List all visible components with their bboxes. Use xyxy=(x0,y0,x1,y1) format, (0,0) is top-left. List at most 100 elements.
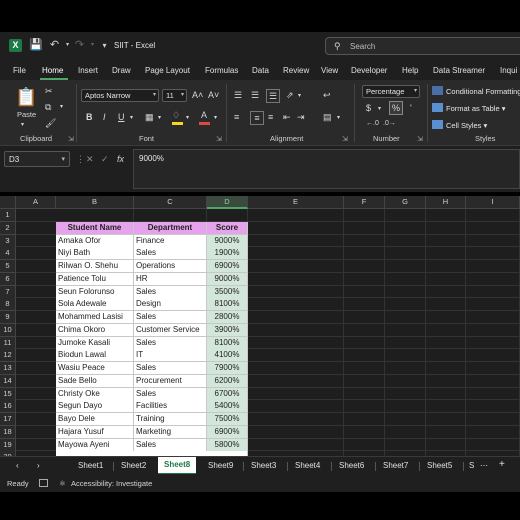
table-cell[interactable]: Sales xyxy=(134,438,207,452)
column-header-h[interactable]: H xyxy=(426,196,466,209)
row-header-18[interactable]: 18 xyxy=(0,425,16,439)
tab-review[interactable]: Review xyxy=(283,66,309,75)
wrap-text-icon[interactable]: ↩ xyxy=(323,89,331,101)
borders-dropdown-icon[interactable]: ▾ xyxy=(158,112,161,124)
currency-icon[interactable]: $ xyxy=(366,102,371,114)
table-cell[interactable]: Patience Tolu xyxy=(56,272,134,286)
number-format-select[interactable]: Percentage ▾ xyxy=(362,85,420,98)
row-header-7[interactable]: 7 xyxy=(0,285,16,299)
row-header-10[interactable]: 10 xyxy=(0,323,16,337)
table-header-cell[interactable]: Department xyxy=(134,221,207,235)
copy-icon[interactable]: ⧉ xyxy=(45,101,51,113)
scroll-tabs-right-icon[interactable]: › xyxy=(37,461,40,470)
score-cell[interactable]: 8100% xyxy=(207,336,248,350)
conditional-formatting-button[interactable]: Conditional Formatting xyxy=(432,86,520,96)
table-cell[interactable]: Operations xyxy=(134,260,207,273)
tab-inquire[interactable]: Inqui xyxy=(500,66,517,75)
paste-dropdown-icon[interactable]: ▾ xyxy=(21,119,24,131)
tab-file[interactable]: File xyxy=(13,66,26,75)
table-cell[interactable]: Facilities xyxy=(134,400,207,414)
tab-home[interactable]: Home xyxy=(42,66,63,75)
table-header-cell[interactable]: Student Name xyxy=(56,221,134,235)
table-cell[interactable]: Training xyxy=(134,413,207,426)
save-icon[interactable]: 💾 xyxy=(29,39,43,52)
tab-draw[interactable]: Draw xyxy=(112,66,131,75)
row-header-14[interactable]: 14 xyxy=(0,374,16,388)
score-cell[interactable]: 4100% xyxy=(207,349,248,363)
table-cell[interactable]: Seun Folorunso xyxy=(56,285,134,299)
font-launcher-icon[interactable]: ⇲ xyxy=(216,135,222,143)
sheet-tab-sheet6[interactable]: Sheet6 xyxy=(339,461,364,470)
row-header-12[interactable]: 12 xyxy=(0,349,16,363)
table-cell[interactable]: Mayowa Ayeni xyxy=(56,438,134,452)
row-header-15[interactable]: 15 xyxy=(0,387,16,401)
paste-icon[interactable]: 📋 xyxy=(15,86,37,108)
accessibility-status[interactable]: Accessibility: Investigate xyxy=(71,479,152,488)
sheet-tab-sheet2[interactable]: Sheet2 xyxy=(121,461,146,470)
orientation-icon[interactable]: ⇗ xyxy=(286,89,294,101)
alignment-launcher-icon[interactable]: ⇲ xyxy=(342,135,348,143)
table-cell[interactable]: Sales xyxy=(134,336,207,350)
redo-icon[interactable]: ↷ xyxy=(73,39,86,52)
column-header-a[interactable]: A xyxy=(16,196,56,209)
tab-help[interactable]: Help xyxy=(402,66,418,75)
row-header-11[interactable]: 11 xyxy=(0,336,16,350)
table-cell[interactable]: Biodun Lawal xyxy=(56,349,134,363)
column-header-b[interactable]: B xyxy=(56,196,134,209)
table-cell[interactable]: Sales xyxy=(134,311,207,324)
confirm-entry-icon[interactable]: ✓ xyxy=(101,154,109,165)
table-cell[interactable]: Finance xyxy=(134,234,207,248)
decrease-decimal-icon[interactable]: .0→ xyxy=(383,118,396,130)
score-cell[interactable]: 7500% xyxy=(207,413,248,426)
sheet-tab-sheet8[interactable]: Sheet8 xyxy=(158,457,197,475)
score-cell[interactable]: 9000% xyxy=(207,272,248,286)
score-cell[interactable]: 6900% xyxy=(207,425,248,439)
score-cell[interactable]: 8100% xyxy=(207,298,248,312)
row-header-3[interactable]: 3 xyxy=(0,234,16,248)
tab-insert[interactable]: Insert xyxy=(78,66,98,75)
sheet-tab-sheet5[interactable]: Sheet5 xyxy=(427,461,452,470)
table-cell[interactable]: Amaka Ofor xyxy=(56,234,134,248)
accessibility-icon[interactable]: ⚛ xyxy=(59,479,66,488)
row-header-19[interactable]: 19 xyxy=(0,438,16,452)
font-color-icon[interactable]: A xyxy=(201,109,207,121)
table-cell[interactable]: Niyi Bath xyxy=(56,247,134,261)
percent-style-icon[interactable]: % xyxy=(389,101,403,115)
score-cell[interactable]: 3900% xyxy=(207,323,248,337)
row-header-17[interactable]: 17 xyxy=(0,413,16,426)
underline-dropdown-icon[interactable]: ▾ xyxy=(130,112,133,124)
score-cell[interactable]: 3500% xyxy=(207,285,248,299)
name-box[interactable]: D3 ▾ xyxy=(4,151,70,167)
table-cell[interactable]: Sola Adewale xyxy=(56,298,134,312)
table-cell[interactable]: Sade Bello xyxy=(56,374,134,388)
merge-dropdown-icon[interactable]: ▾ xyxy=(337,112,340,124)
add-sheet-icon[interactable]: + xyxy=(499,459,505,470)
bold-icon[interactable]: B xyxy=(86,111,93,123)
table-cell[interactable]: Procurement xyxy=(134,374,207,388)
clipboard-launcher-icon[interactable]: ⇲ xyxy=(68,135,74,143)
table-cell[interactable]: Jumoke Kasali xyxy=(56,336,134,350)
table-cell[interactable]: Customer Service xyxy=(134,323,207,337)
formula-input[interactable]: 9000% xyxy=(133,149,520,189)
sheet-tab-sheet1[interactable]: Sheet1 xyxy=(78,461,103,470)
sheet-tab-sheet9[interactable]: Sheet9 xyxy=(208,461,233,470)
sheet-tab-sheet4[interactable]: Sheet4 xyxy=(295,461,320,470)
table-cell[interactable]: HR xyxy=(134,272,207,286)
table-cell[interactable]: Rilwan O. Shehu xyxy=(56,260,134,273)
scroll-tabs-left-icon[interactable]: ‹ xyxy=(16,461,19,470)
column-header-f[interactable]: F xyxy=(344,196,385,209)
sheet-tab-sheet3[interactable]: Sheet3 xyxy=(251,461,276,470)
tab-data[interactable]: Data xyxy=(252,66,269,75)
underline-icon[interactable]: U xyxy=(118,111,125,123)
tab-data-streamer[interactable]: Data Streamer xyxy=(433,66,485,75)
fill-color-dropdown-icon[interactable]: ▾ xyxy=(186,112,189,124)
fill-color-icon[interactable]: ♢ xyxy=(172,109,180,121)
paste-button[interactable]: Paste xyxy=(17,109,36,121)
macro-record-icon[interactable] xyxy=(39,479,48,487)
more-sheets-icon[interactable]: ⋯ xyxy=(480,461,488,470)
copy-dropdown-icon[interactable]: ▾ xyxy=(60,101,63,113)
table-cell[interactable]: Wasiu Peace xyxy=(56,362,134,375)
row-header-1[interactable]: 1 xyxy=(0,209,16,222)
table-cell[interactable]: Sales xyxy=(134,362,207,375)
borders-icon[interactable]: ▦ xyxy=(145,111,154,123)
